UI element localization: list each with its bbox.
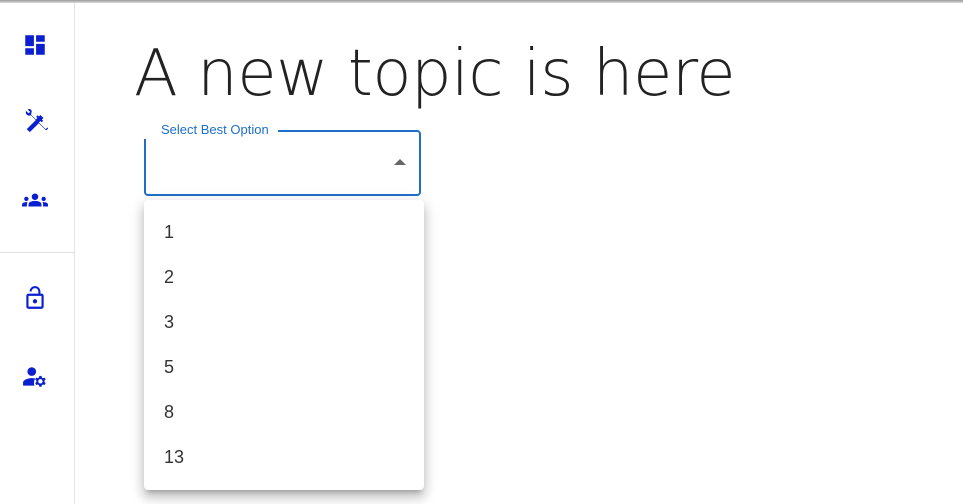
option-8[interactable]: 8 [144,390,424,435]
sidebar-item-dashboard[interactable] [16,26,54,64]
select-options-menu: 1 2 3 5 8 13 [144,200,424,490]
dashboard-icon [25,35,45,55]
top-shadow-bar [0,0,963,3]
option-2[interactable]: 2 [144,255,424,300]
user-settings-icon [23,367,46,387]
sidebar-item-lock[interactable] [16,279,54,317]
lock-open-icon [26,286,44,309]
sidebar-item-user-settings[interactable] [16,358,54,396]
option-5[interactable]: 5 [144,345,424,390]
sidebar [0,3,75,504]
best-option-select[interactable] [144,130,421,196]
option-1[interactable]: 1 [144,210,424,255]
sidebar-divider [0,252,74,253]
groups-icon [22,193,48,207]
select-label-wrap: Select Best Option [144,121,278,139]
option-13[interactable]: 13 [144,435,424,480]
tools-icon [25,109,48,133]
option-3[interactable]: 3 [144,300,424,345]
page-title: A new topic is here [134,37,736,111]
sidebar-item-groups[interactable] [16,181,54,219]
sidebar-item-tools[interactable] [16,103,54,141]
select-label: Select Best Option [158,122,273,137]
caret-up-icon[interactable] [394,159,406,165]
